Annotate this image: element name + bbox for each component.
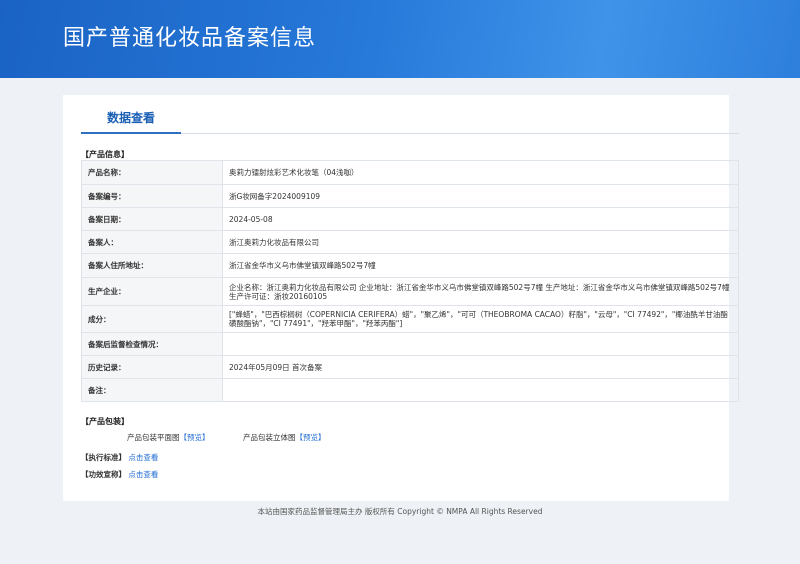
row-label: 历史记录： xyxy=(81,355,223,379)
row-label: 生产企业： xyxy=(81,277,223,306)
table-row: 生产企业： 企业名称：浙江奥莉力化妆品有限公司 企业地址：浙江省金华市义乌市佛堂… xyxy=(81,277,739,306)
packaging-flat-label: 产品包装平面图 xyxy=(127,433,180,442)
table-row: 备案编号： 浙G妆网备字2024009109 xyxy=(81,184,739,208)
product-info-heading: 【产品信息】 xyxy=(81,150,129,159)
row-value xyxy=(222,332,739,356)
standard-view-link[interactable]: 点击查看 xyxy=(128,453,158,462)
row-value: ["蜂蜡"，"巴西棕榈树（COPERNICIA CERIFERA）蜡"，"聚乙烯… xyxy=(222,305,739,333)
row-value: 浙G妆网备字2024009109 xyxy=(222,184,739,208)
standard-row: 【执行标准】 点击查看 xyxy=(81,452,158,463)
row-label: 产品名称： xyxy=(81,160,223,185)
row-label: 备案后监督检查情况： xyxy=(81,332,223,356)
content-card: 数据查看 【产品信息】 产品名称： 奥莉力镭射炫彩艺术化妆笔（04浅咖） 备案编… xyxy=(63,95,739,501)
row-label: 备案日期： xyxy=(81,207,223,231)
site-title: 国产普通化妆品备案信息 xyxy=(63,26,317,51)
product-info-table: 产品名称： 奥莉力镭射炫彩艺术化妆笔（04浅咖） 备案编号： 浙G妆网备字202… xyxy=(81,160,739,402)
row-value xyxy=(222,378,739,402)
packaging-heading: 【产品包装】 xyxy=(81,417,129,426)
row-label: 成分： xyxy=(81,305,223,333)
row-value: 企业名称：浙江奥莉力化妆品有限公司 企业地址：浙江省金华市义乌市佛堂镇双峰路50… xyxy=(222,277,739,306)
header-banner: 国产普通化妆品备案信息 xyxy=(0,0,800,78)
row-value: 浙江奥莉力化妆品有限公司 xyxy=(222,230,739,254)
efficacy-row: 【功效宣称】 点击查看 xyxy=(81,469,158,480)
packaging-3d-row: 产品包装立体图【预览】 xyxy=(243,432,326,443)
tab-active-underline xyxy=(81,132,181,134)
table-row: 成分： ["蜂蜡"，"巴西棕榈树（COPERNICIA CERIFERA）蜡"，… xyxy=(81,305,739,333)
table-row: 产品名称： 奥莉力镭射炫彩艺术化妆笔（04浅咖） xyxy=(81,160,739,185)
table-row: 备案后监督检查情况： xyxy=(81,332,739,356)
row-value: 奥莉力镭射炫彩艺术化妆笔（04浅咖） xyxy=(222,160,739,185)
packaging-flat-preview-link[interactable]: 【预览】 xyxy=(180,433,210,442)
row-label: 备案编号： xyxy=(81,184,223,208)
efficacy-heading: 【功效宣称】 xyxy=(81,470,126,479)
row-value: 2024年05月09日 首次备案 xyxy=(222,355,739,379)
packaging-flat-row: 产品包装平面图【预览】 xyxy=(127,432,210,443)
table-row: 备案人： 浙江奥莉力化妆品有限公司 xyxy=(81,230,739,254)
table-row: 备注： xyxy=(81,378,739,402)
row-label: 备注： xyxy=(81,378,223,402)
row-value: 浙江省金华市义乌市佛堂镇双峰路502号7幢 xyxy=(222,253,739,278)
row-label: 备案人住所地址： xyxy=(81,253,223,278)
table-row: 备案人住所地址： 浙江省金华市义乌市佛堂镇双峰路502号7幢 xyxy=(81,253,739,278)
row-value: 2024-05-08 xyxy=(222,207,739,231)
standard-heading: 【执行标准】 xyxy=(81,453,126,462)
packaging-3d-label: 产品包装立体图 xyxy=(243,433,296,442)
tab-divider xyxy=(181,133,739,134)
footer-copyright: 本站由国家药品监督管理局主办 版权所有 Copyright © NMPA All… xyxy=(257,507,543,516)
row-label: 备案人： xyxy=(81,230,223,254)
table-row: 历史记录： 2024年05月09日 首次备案 xyxy=(81,355,739,379)
table-row: 备案日期： 2024-05-08 xyxy=(81,207,739,231)
packaging-3d-preview-link[interactable]: 【预览】 xyxy=(296,433,326,442)
efficacy-view-link[interactable]: 点击查看 xyxy=(128,470,158,479)
